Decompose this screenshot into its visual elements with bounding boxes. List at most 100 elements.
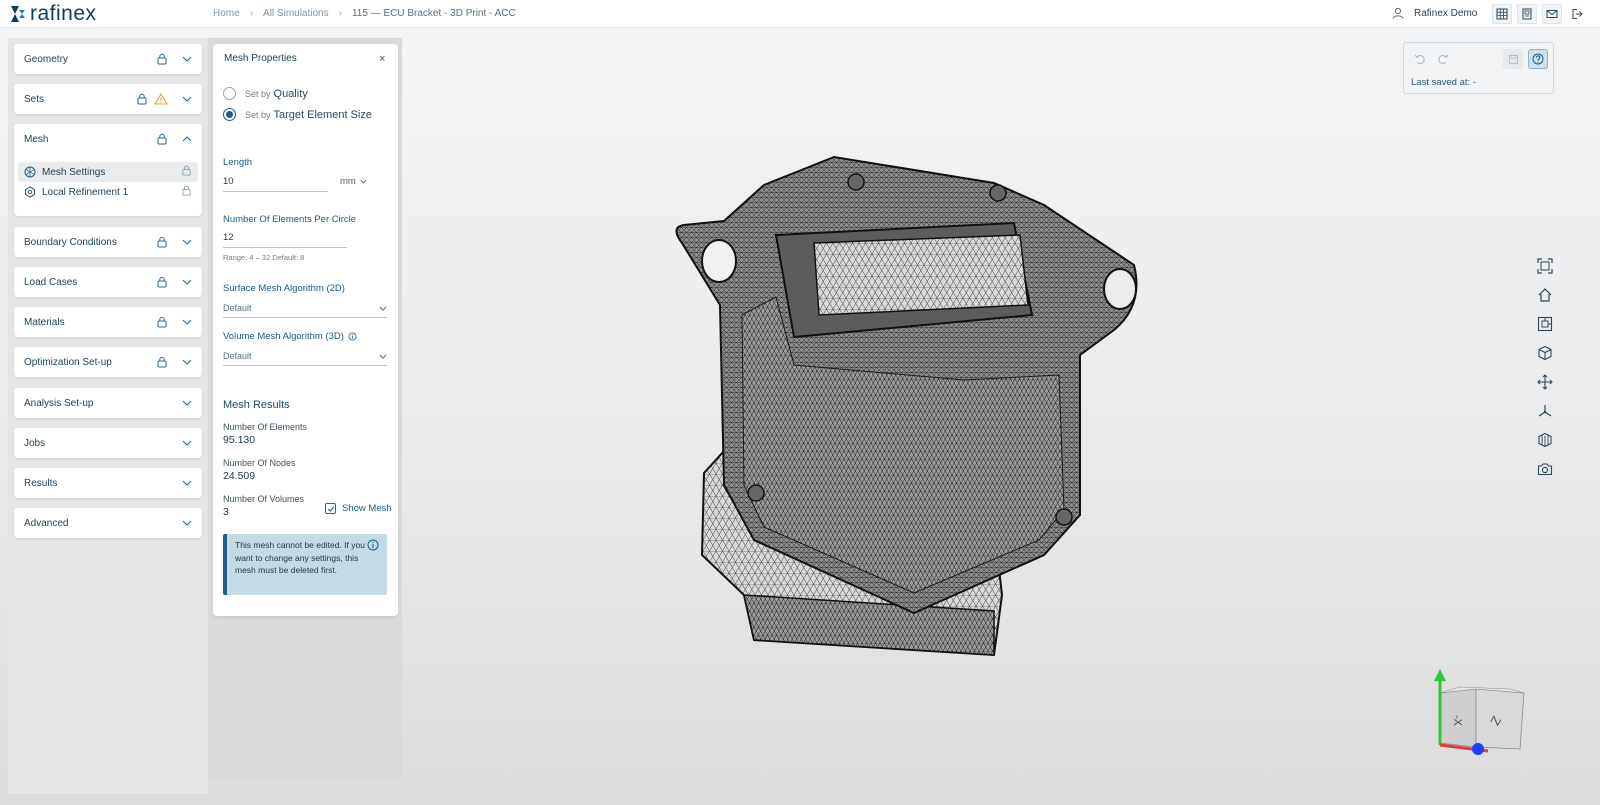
orientation-cube[interactable]: -X Z — [1430, 663, 1530, 763]
gizmo-label-left: -X — [1451, 715, 1464, 726]
zoom-box-button[interactable] — [1535, 314, 1555, 334]
check-icon — [327, 506, 334, 512]
pan-button[interactable] — [1535, 372, 1555, 392]
chevron-down-icon — [182, 319, 192, 325]
section-boundary-conditions-header[interactable]: Boundary Conditions — [14, 227, 202, 257]
surface-algorithm-label: Surface Mesh Algorithm (2D) — [223, 283, 345, 294]
close-icon[interactable]: × — [379, 53, 385, 65]
save-button[interactable] — [1503, 49, 1523, 69]
screenshot-button[interactable] — [1535, 459, 1555, 479]
mail-button[interactable] — [1542, 4, 1562, 24]
model-hole — [701, 239, 737, 283]
user-menu[interactable]: Rafinex Demo — [1392, 7, 1477, 19]
length-input[interactable]: 10 — [223, 176, 328, 192]
section-jobs: Jobs — [14, 428, 202, 458]
section-title: Analysis Set-up — [24, 397, 94, 409]
section-advanced: Advanced — [14, 508, 202, 538]
cube-view-button[interactable] — [1535, 343, 1555, 363]
section-boundary-conditions: Boundary Conditions — [14, 227, 202, 257]
breadcrumb-all-simulations[interactable]: All Simulations — [263, 8, 329, 19]
mesh-settings-icon — [24, 166, 36, 178]
section-analysis-setup-header[interactable]: Analysis Set-up — [14, 388, 202, 418]
show-mesh-toggle[interactable]: Show Mesh — [325, 503, 392, 514]
document-button[interactable] — [1517, 4, 1537, 24]
redo-icon — [1438, 54, 1449, 65]
unit-label: mm — [340, 176, 356, 187]
section-view-icon — [1538, 432, 1552, 448]
zoom-box-icon — [1537, 316, 1553, 332]
section-title: Boundary Conditions — [24, 236, 117, 248]
chevron-down-icon — [182, 56, 192, 62]
info-icon[interactable] — [348, 332, 357, 341]
elements-count-label: Number Of Elements — [223, 422, 308, 432]
lock-icon — [181, 185, 192, 199]
undo-button[interactable] — [1410, 49, 1430, 69]
section-optimization-setup-header[interactable]: Optimization Set-up — [14, 347, 202, 377]
lock-icon — [156, 53, 168, 65]
mesh-settings-item[interactable]: Mesh Settings — [18, 162, 198, 182]
section-view-button[interactable] — [1535, 430, 1555, 450]
chevron-down-icon — [182, 440, 192, 446]
lock-icon — [156, 356, 168, 368]
section-materials-header[interactable]: Materials — [14, 307, 202, 337]
section-analysis-setup: Analysis Set-up — [14, 388, 202, 418]
fit-view-button[interactable] — [1535, 256, 1555, 276]
volumes-count-value: 3 — [223, 506, 229, 518]
chevron-down-icon — [182, 279, 192, 285]
chevron-down-icon — [360, 179, 368, 184]
chevron-down-icon — [182, 520, 192, 526]
radio-button-selected[interactable] — [223, 108, 236, 121]
radio-button[interactable] — [223, 87, 236, 100]
radio-set-by-quality[interactable]: Set by Quality — [223, 87, 308, 100]
top-bar: rafinex Home › All Simulations › 115 — E… — [0, 0, 1600, 28]
fit-view-icon — [1537, 258, 1553, 274]
lock-icon — [156, 316, 168, 328]
model-hole — [1055, 508, 1073, 526]
volume-algorithm-select[interactable]: Default — [223, 351, 387, 366]
lock-icon — [156, 236, 168, 248]
local-refinement-label: Local Refinement 1 — [42, 186, 129, 198]
table-icon — [1496, 8, 1508, 20]
brand-logo[interactable]: rafinex — [10, 3, 97, 24]
section-mesh-header[interactable]: Mesh — [14, 124, 202, 154]
model-hole — [747, 484, 765, 502]
gizmo-axis-y-arrow — [1434, 669, 1446, 681]
unit-select[interactable]: mm — [340, 176, 368, 187]
show-mesh-checkbox[interactable] — [325, 503, 336, 514]
select-value: Default — [223, 303, 252, 313]
model-slot-inner — [813, 234, 1029, 316]
radio-prefix: Set by — [245, 88, 271, 99]
meshed-part-model[interactable] — [664, 155, 1142, 663]
section-geometry-header[interactable]: Geometry — [14, 44, 202, 74]
logout-button[interactable] — [1567, 4, 1587, 24]
user-name: Rafinex Demo — [1414, 7, 1478, 19]
table-button[interactable] — [1492, 4, 1512, 24]
radio-label: Quality — [273, 87, 308, 100]
last-saved-text: Last saved at: - — [1411, 77, 1476, 88]
breadcrumb-home[interactable]: Home — [213, 8, 240, 19]
section-title: Geometry — [24, 53, 68, 65]
axes-icon — [1538, 405, 1552, 417]
redo-button[interactable] — [1433, 49, 1453, 69]
section-load-cases-header[interactable]: Load Cases — [14, 267, 202, 297]
breadcrumb-separator-icon: › — [249, 8, 254, 19]
help-button[interactable] — [1528, 49, 1548, 69]
home-view-button[interactable] — [1535, 285, 1555, 305]
gizmo-axis-z — [1472, 743, 1484, 755]
model-hole — [847, 173, 865, 191]
section-sets-header[interactable]: Sets — [14, 84, 202, 114]
warning-icon — [154, 93, 168, 105]
section-title: Jobs — [24, 437, 46, 449]
elements-per-circle-label: Number Of Elements Per Circle — [223, 214, 357, 225]
section-results-header[interactable]: Results — [14, 468, 202, 498]
elements-per-circle-input[interactable]: 12 — [223, 232, 347, 248]
local-refinement-item[interactable]: Local Refinement 1 — [18, 182, 198, 202]
section-jobs-header[interactable]: Jobs — [14, 428, 202, 458]
axes-button[interactable] — [1535, 401, 1555, 421]
radio-set-by-target-size[interactable]: Set by Target Element Size — [223, 108, 372, 121]
surface-algorithm-select[interactable]: Default — [223, 303, 387, 318]
section-advanced-header[interactable]: Advanced — [14, 508, 202, 538]
model-hole — [989, 184, 1007, 202]
panel-title: Mesh Properties — [224, 53, 297, 64]
lock-icon — [136, 93, 148, 105]
